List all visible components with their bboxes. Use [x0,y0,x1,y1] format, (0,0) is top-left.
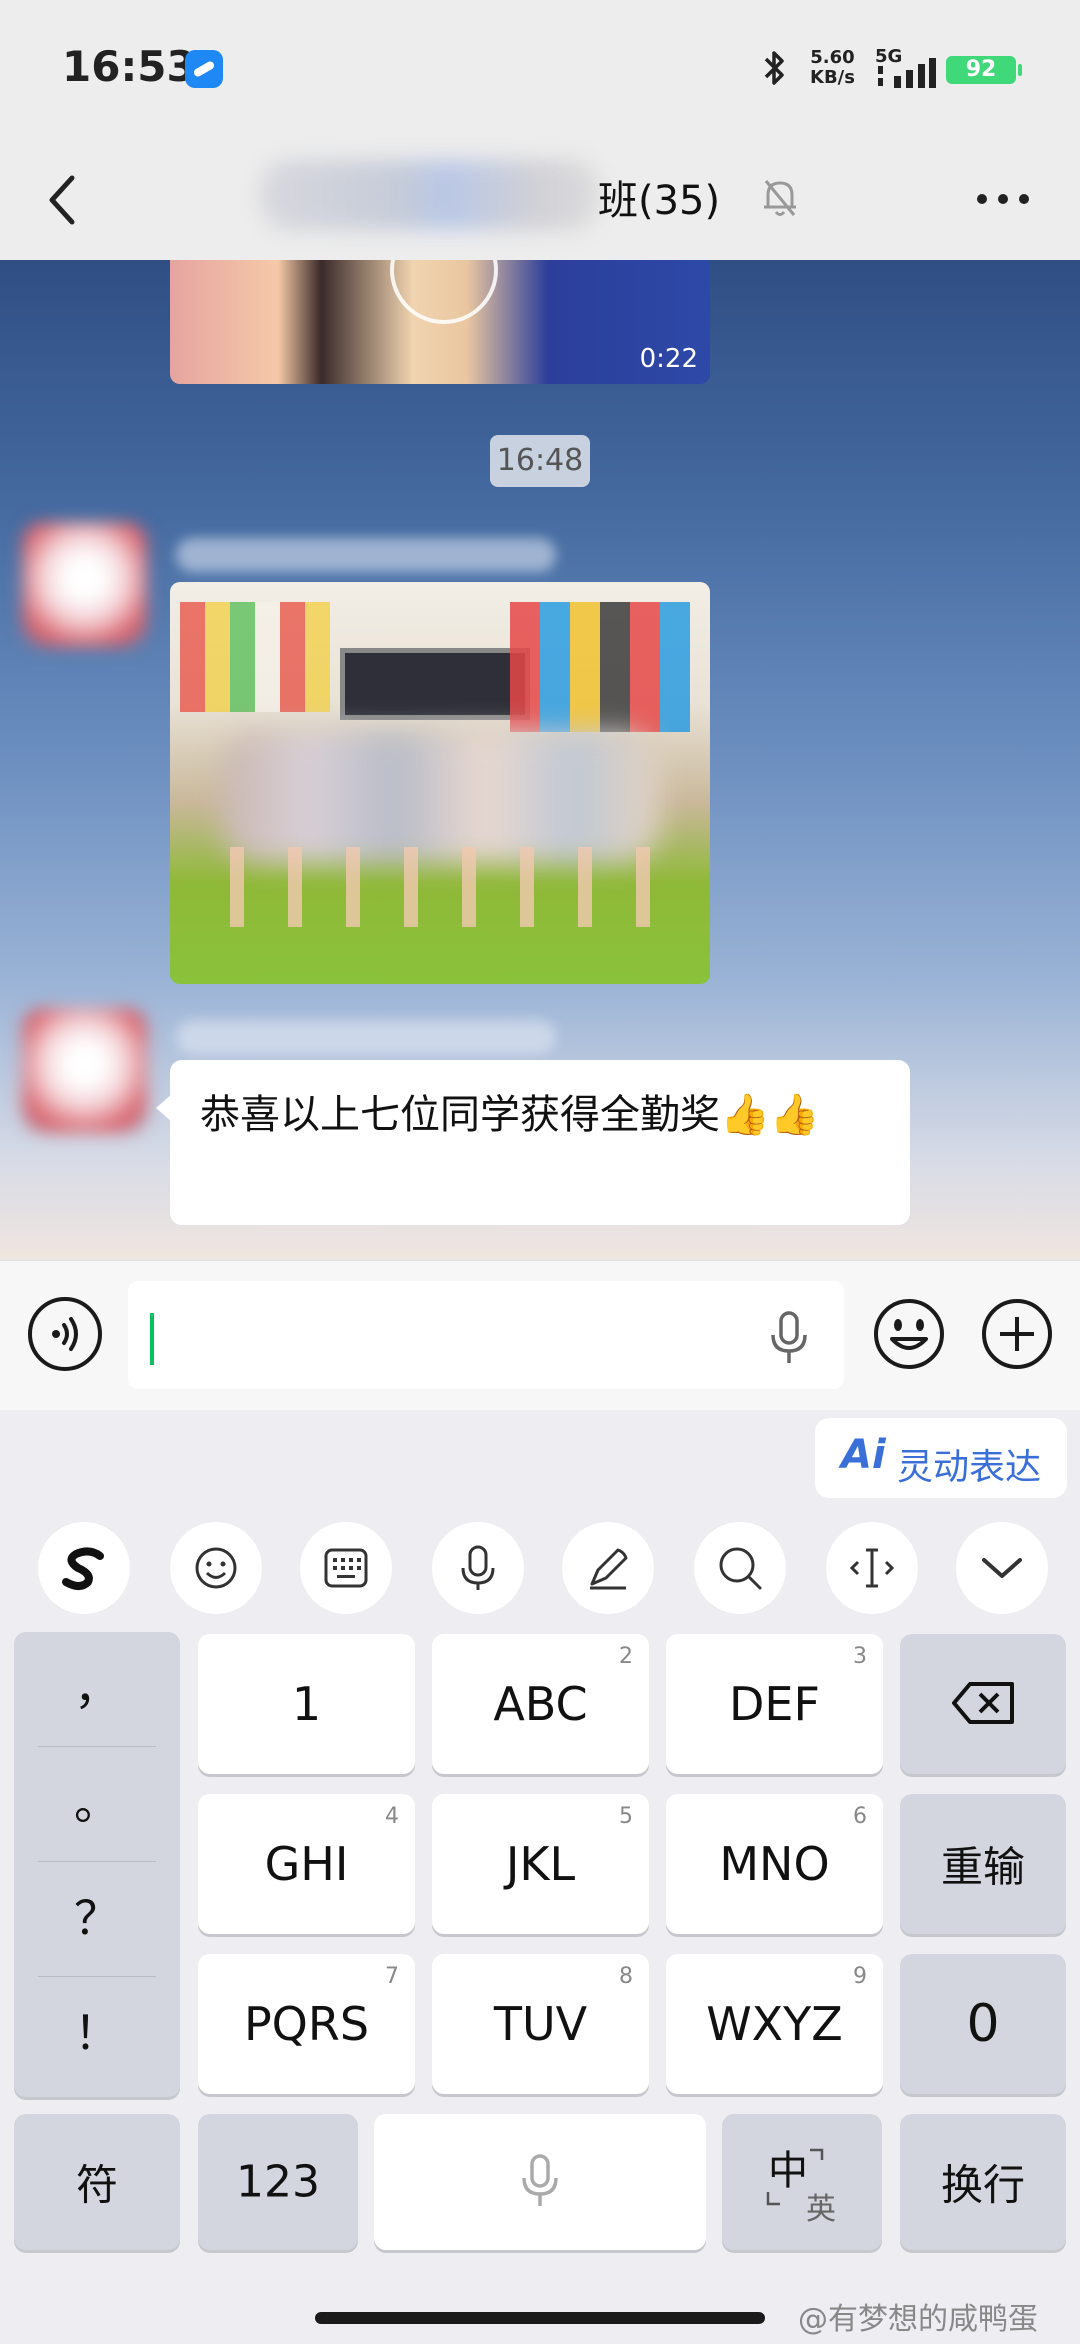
key-label: 1 [291,1677,322,1731]
backspace-icon [952,1682,1014,1724]
key-label: PQRS [243,1997,370,2051]
chat-title-blurred [260,160,600,230]
message-timestamp: 16:48 [490,435,590,487]
reinput-key[interactable]: 重输 [900,1794,1066,1934]
key-number: 5 [619,1804,633,1829]
microphone-icon[interactable] [768,1311,810,1365]
key-6-mno[interactable]: 6 MNO [666,1794,883,1934]
key-label: TUV [493,1997,588,2051]
sender-name-blurred [176,538,556,572]
key-number: 7 [385,1964,399,1989]
back-arrow-icon[interactable] [42,170,82,230]
keyboard-icon[interactable] [300,1522,392,1614]
key-label: JKL [505,1837,576,1891]
network-speed-unit: KB/s [810,67,855,88]
chat-title: 班(35) [598,178,721,224]
key-label: 重输 [940,1842,1025,1892]
network-speed-value: 5.60 [810,47,855,68]
plus-icon[interactable] [980,1297,1054,1371]
key-0[interactable]: 0 [900,1954,1066,2094]
handwriting-icon[interactable] [562,1522,654,1614]
key-label: GHI [264,1837,349,1891]
sogou-logo-icon[interactable] [38,1522,130,1614]
key-number: 6 [853,1804,867,1829]
emoji-icon[interactable] [872,1297,946,1371]
message-input[interactable] [128,1281,844,1389]
key-8-tuv[interactable]: 8 TUV [432,1954,649,2094]
key-number: 3 [853,1644,867,1669]
battery-indicator: 92 [946,56,1022,84]
photo-children-blurred [220,732,660,862]
input-bar [0,1260,1080,1410]
symbol-period-key[interactable]: 。 [34,1747,160,1859]
chat-area[interactable]: 0:22 16:48 恭喜以上七位同学获得全勤奖👍👍 [0,260,1080,1260]
key-1[interactable]: 1 [198,1634,415,1774]
space-key[interactable] [374,2114,706,2250]
photo-children-legs [230,847,650,927]
key-7-pqrs[interactable]: 7 PQRS [198,1954,415,2094]
watermark: @有梦想的咸鸭蛋 [798,2302,1038,2337]
network-speed: 5.60 KB/s [810,48,855,88]
key-number: 2 [619,1644,633,1669]
video-duration: 0:22 [639,344,698,374]
key-label: WXYZ [706,1997,843,2051]
key-label: 0 [966,1994,1000,2054]
search-icon[interactable] [694,1522,786,1614]
space-microphone-icon [522,2154,558,2206]
key-label: 123 [236,2156,320,2208]
key-4-ghi[interactable]: 4 GHI [198,1794,415,1934]
key-number: 4 [385,1804,399,1829]
key-label: ABC [493,1677,588,1731]
key-2-abc[interactable]: 2 ABC [432,1634,649,1774]
chat-header: 班(35) [0,140,1080,260]
key-number: 8 [619,1964,633,1989]
collapse-keyboard-icon[interactable] [956,1522,1048,1614]
cursor-move-icon[interactable] [826,1522,918,1614]
symbol-question-key[interactable]: ？ [34,1862,160,1974]
symbol-column[interactable]: ， 。 ？ ！ [14,1632,180,2097]
key-5-jkl[interactable]: 5 JKL [432,1794,649,1934]
symbol-comma-key[interactable]: ， [34,1632,160,1744]
text-message-bubble[interactable]: 恭喜以上七位同学获得全勤奖👍👍 [156,1060,910,1225]
keyboard: Ai 灵动表达 ， 。 ？ ！ 1 2 ABC 3 DEF 4 GHI 5 JK… [0,1410,1080,2344]
photo-wall-art-left [180,602,330,712]
status-time: 16:53 [62,42,196,91]
photo-blackboard [340,648,530,720]
symbols-key[interactable]: 符 [14,2114,180,2250]
lang-bracket-icon [766,2148,824,2206]
signal-icon [878,58,936,88]
language-switch-key[interactable]: 中 英 [722,2114,882,2250]
bluetooth-icon [764,51,784,85]
avatar[interactable] [22,522,147,647]
video-message[interactable]: 0:22 [170,260,710,384]
sender-name-blurred [176,1020,556,1054]
ai-expression-button[interactable]: Ai 灵动表达 [815,1418,1067,1498]
text-caret [150,1313,154,1365]
enter-newline-key[interactable]: 换行 [900,2114,1066,2250]
backspace-key[interactable] [900,1634,1066,1774]
key-3-def[interactable]: 3 DEF [666,1634,883,1774]
status-bar: 16:53 5.60 KB/s 5G 92 [0,0,1080,140]
more-options-icon[interactable] [975,192,1031,206]
emoji-sticker-icon[interactable] [170,1522,262,1614]
image-message[interactable] [170,582,710,984]
key-label: 符 [75,2160,118,2210]
photo-wall-art-right [510,602,690,732]
avatar[interactable] [22,1008,147,1133]
key-9-wxyz[interactable]: 9 WXYZ [666,1954,883,2094]
ai-icon: Ai [841,1432,886,1478]
home-indicator[interactable] [315,2312,765,2324]
voice-toggle-button[interactable] [28,1297,102,1371]
notification-app-icon [185,50,223,88]
key-label: MNO [719,1837,830,1891]
voice-wave-icon [52,1317,78,1351]
key-label: 换行 [940,2160,1025,2210]
key-number: 9 [853,1964,867,1989]
mute-bell-icon [764,180,796,216]
numbers-key[interactable]: 123 [198,2114,358,2250]
voice-input-icon[interactable] [432,1522,524,1614]
key-label: DEF [729,1677,820,1731]
ai-expression-label: 灵动表达 [897,1447,1042,1488]
symbol-exclamation-key[interactable]: ！ [34,1977,160,2089]
